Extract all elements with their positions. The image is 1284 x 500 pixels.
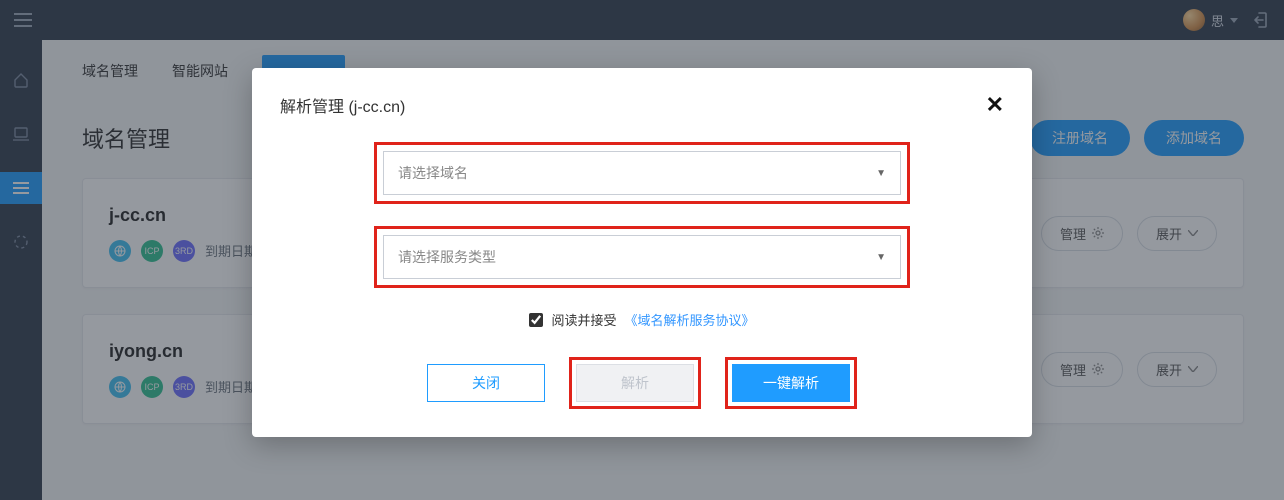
agreement-link[interactable]: 《域名解析服务协议》 — [625, 310, 755, 329]
close-icon[interactable]: ✕ — [986, 92, 1004, 118]
caret-down-icon: ▼ — [876, 168, 886, 179]
highlight-box: 一键解析 — [725, 357, 857, 409]
agreement-row: 阅读并接受 《域名解析服务协议》 — [529, 310, 754, 329]
parse-button[interactable]: 解析 — [576, 364, 694, 402]
highlight-box: 请选择域名 ▼ — [374, 142, 910, 204]
modal-close-button[interactable]: 关闭 — [427, 364, 545, 402]
one-click-parse-button[interactable]: 一键解析 — [732, 364, 850, 402]
modal-title: 解析管理 (j-cc.cn) — [280, 93, 405, 117]
modal-dialog: 解析管理 (j-cc.cn) ✕ 请选择域名 ▼ 请选择服务类型 ▼ 阅读并接受… — [252, 68, 1032, 437]
modal-overlay[interactable]: 解析管理 (j-cc.cn) ✕ 请选择域名 ▼ 请选择服务类型 ▼ 阅读并接受… — [0, 0, 1284, 500]
caret-down-icon: ▼ — [876, 252, 886, 263]
service-type-select[interactable]: 请选择服务类型 ▼ — [383, 235, 901, 279]
highlight-box: 请选择服务类型 ▼ — [374, 226, 910, 288]
service-type-placeholder: 请选择服务类型 — [398, 247, 496, 267]
agree-text: 阅读并接受 — [551, 310, 616, 329]
domain-select[interactable]: 请选择域名 ▼ — [383, 151, 901, 195]
highlight-box: 解析 — [569, 357, 701, 409]
domain-select-placeholder: 请选择域名 — [398, 163, 468, 183]
agree-checkbox[interactable] — [529, 313, 543, 327]
